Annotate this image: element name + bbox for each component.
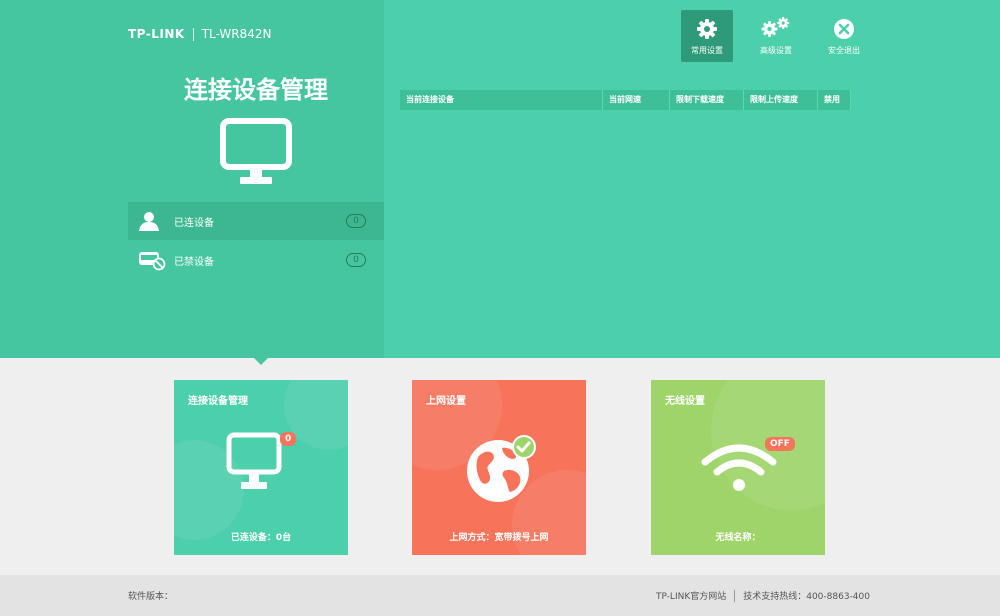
- sidebar: TP-LINK TL-WR842N 连接设备管理 已连设备 0 已禁设备 0: [0, 0, 384, 358]
- nav-common-settings[interactable]: 常用设置: [681, 10, 733, 62]
- sidebar-item-label: 已连设备: [174, 217, 214, 229]
- globe-icon: [466, 435, 538, 509]
- card-title: 连接设备管理: [188, 396, 248, 407]
- sidebar-pointer: [253, 357, 269, 365]
- logo-separator: [192, 27, 194, 41]
- nav-advanced-settings[interactable]: 高级设置: [750, 10, 802, 62]
- column-header: 当前网速: [603, 90, 670, 110]
- nav-logout[interactable]: 安全退出: [818, 10, 870, 62]
- nav-label: 高级设置: [760, 46, 792, 55]
- card-device-management[interactable]: 连接设备管理 0 已连设备：0台: [174, 380, 348, 555]
- monitor-icon: [226, 432, 282, 506]
- count-badge: 0: [346, 253, 366, 267]
- blocked-device-icon: [138, 249, 168, 271]
- device-table-header: 当前连接设备 当前网速 限制下载速度 限制上传速度 禁用: [400, 90, 851, 110]
- nav-label: 安全退出: [828, 46, 860, 55]
- monitor-icon: [220, 118, 292, 192]
- card-footer: 已连设备：0台: [230, 533, 292, 543]
- card-title: 无线设置: [665, 396, 705, 407]
- card-footer: 无线名称：: [715, 533, 761, 543]
- column-header: 禁用: [818, 90, 851, 110]
- count-badge: 0: [346, 214, 366, 228]
- wireless-status-badge: OFF: [765, 437, 795, 451]
- official-site-link[interactable]: TP-LINK官方网站: [656, 589, 726, 602]
- user-icon: [138, 211, 168, 231]
- card-title: 上网设置: [426, 396, 466, 407]
- exit-icon: [834, 19, 854, 39]
- sidebar-item-label: 已禁设备: [174, 256, 214, 268]
- card-wireless-settings[interactable]: 无线设置 OFF 无线名称：: [651, 380, 825, 555]
- footer-separator: [734, 589, 736, 602]
- firmware-version-label: 软件版本：: [128, 592, 174, 602]
- nav-label: 常用设置: [691, 46, 723, 55]
- column-header: 限制上传速度: [744, 90, 818, 110]
- card-internet-settings[interactable]: 上网设置 上网方式：宽带拨号上网: [412, 380, 586, 555]
- sidebar-item-blocked[interactable]: 已禁设备 0: [128, 241, 384, 279]
- card-footer: 上网方式：宽带拨号上网: [449, 533, 549, 543]
- brand-logo: TP-LINK: [128, 27, 185, 41]
- device-count-badge: 0: [280, 432, 297, 446]
- gear-icon: [697, 19, 717, 39]
- column-header: 限制下载速度: [670, 90, 744, 110]
- footer: 软件版本： TP-LINK官方网站 技术支持热线：400-8863-400: [0, 575, 1000, 616]
- footer-links: TP-LINK官方网站 技术支持热线：400-8863-400: [656, 589, 870, 602]
- model-name: TL-WR842N: [201, 27, 272, 41]
- column-header: 当前连接设备: [400, 90, 603, 110]
- sidebar-item-connected[interactable]: 已连设备 0: [128, 202, 384, 240]
- logo: TP-LINK TL-WR842N: [128, 27, 271, 41]
- gears-icon: [761, 17, 790, 37]
- support-hotline: 技术支持热线：400-8863-400: [743, 592, 870, 602]
